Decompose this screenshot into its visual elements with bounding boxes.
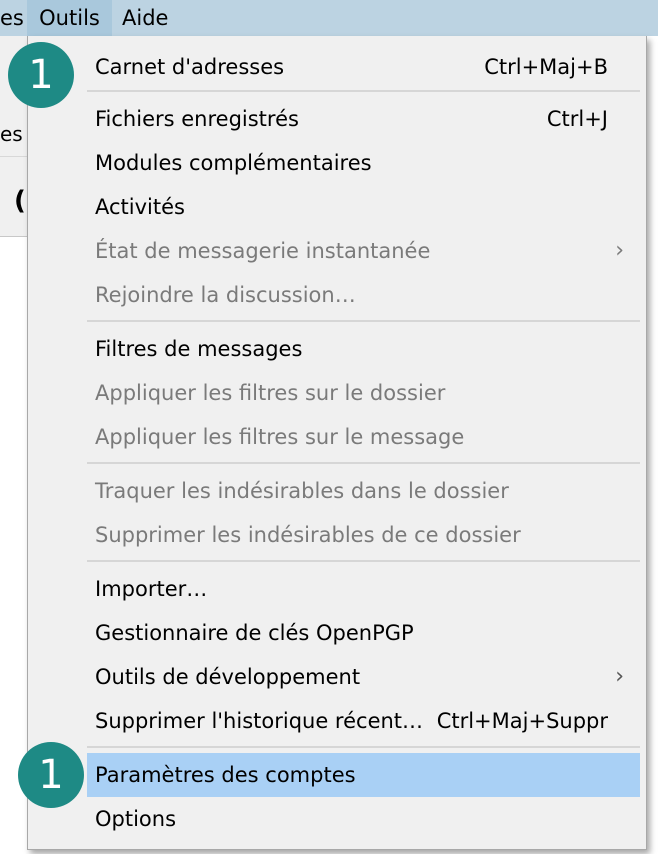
menu-item-etat-messagerie[interactable]: État de messagerie instantanée › [28,229,646,273]
menubar-item-aide[interactable]: Aide [122,0,182,36]
chevron-right-icon: › [615,664,624,689]
menu-item-label: Options [95,807,177,831]
menu-item-label: Modules complémentaires [95,151,372,175]
menu-item-label: Importer… [95,577,208,601]
menu-bar: es Outils Aide [0,0,658,36]
chevron-right-icon: › [615,238,624,263]
menu-item-shortcut: Ctrl+Maj+B [484,55,608,79]
menu-item-label: Activités [95,195,185,219]
menu-item-appliquer-filtres-dossier[interactable]: Appliquer les filtres sur le dossier [28,371,646,415]
menu-item-filtres-messages[interactable]: Filtres de messages [28,327,646,371]
menu-item-supprimer-indesirables[interactable]: Supprimer les indésirables de ce dossier [28,513,646,557]
menu-item-label: Fichiers enregistrés [95,107,299,131]
outils-dropdown-menu: Carnet d'adresses Ctrl+Maj+B Fichiers en… [27,36,647,850]
menu-item-label: Outils de développement [95,665,361,689]
menu-item-modules[interactable]: Modules complémentaires [28,141,646,185]
menu-item-label: Supprimer l'historique récent… [95,709,424,733]
menu-item-label: Appliquer les filtres sur le message [95,425,465,449]
menu-item-appliquer-filtres-message[interactable]: Appliquer les filtres sur le message [28,415,646,459]
menu-item-supprimer-historique[interactable]: Supprimer l'historique récent… Ctrl+Maj+… [28,699,646,743]
menu-item-label: Appliquer les filtres sur le dossier [95,381,446,405]
menu-separator [87,462,640,464]
menu-item-label: Paramètres des comptes [95,763,356,787]
menu-item-label: Rejoindre la discussion… [95,283,356,307]
step-badge: 1 [18,742,84,808]
menu-separator [87,320,640,322]
menu-separator [87,560,640,562]
menu-item-label: Carnet d'adresses [95,55,285,79]
background-toolbar-fragment: ( [14,186,26,216]
menu-item-shortcut: Ctrl+Maj+Suppr [436,709,608,733]
menu-separator [87,90,640,92]
menubar-item-outils[interactable]: Outils [27,0,112,36]
menu-item-rejoindre-discussion[interactable]: Rejoindre la discussion… [28,273,646,317]
menubar-item-fragment[interactable]: es [0,0,24,36]
menu-item-activites[interactable]: Activités [28,185,646,229]
menu-item-importer[interactable]: Importer… [28,567,646,611]
step-badge: 1 [8,42,74,108]
menu-item-traquer-indesirables[interactable]: Traquer les indésirables dans le dossier [28,469,646,513]
menu-item-carnet-adresses[interactable]: Carnet d'adresses Ctrl+Maj+B [28,45,646,89]
menu-item-outils-developpement[interactable]: Outils de développement › [28,655,646,699]
menu-item-parametres-comptes[interactable]: Paramètres des comptes [87,753,640,797]
background-tab-fragment[interactable]: es [0,122,23,146]
menu-item-shortcut: Ctrl+J [546,107,608,131]
menu-item-gestionnaire-cles[interactable]: Gestionnaire de clés OpenPGP [28,611,646,655]
menu-item-label: Traquer les indésirables dans le dossier [95,479,509,503]
menu-item-label: Filtres de messages [95,337,303,361]
menu-item-label: Gestionnaire de clés OpenPGP [95,621,414,645]
menu-item-label: Supprimer les indésirables de ce dossier [95,523,521,547]
toolbar-divider [0,156,30,157]
menu-item-options[interactable]: Options [28,797,646,841]
menu-separator [87,746,640,748]
menu-item-fichiers-enregistres[interactable]: Fichiers enregistrés Ctrl+J [28,97,646,141]
menu-item-label: État de messagerie instantanée [95,239,431,263]
